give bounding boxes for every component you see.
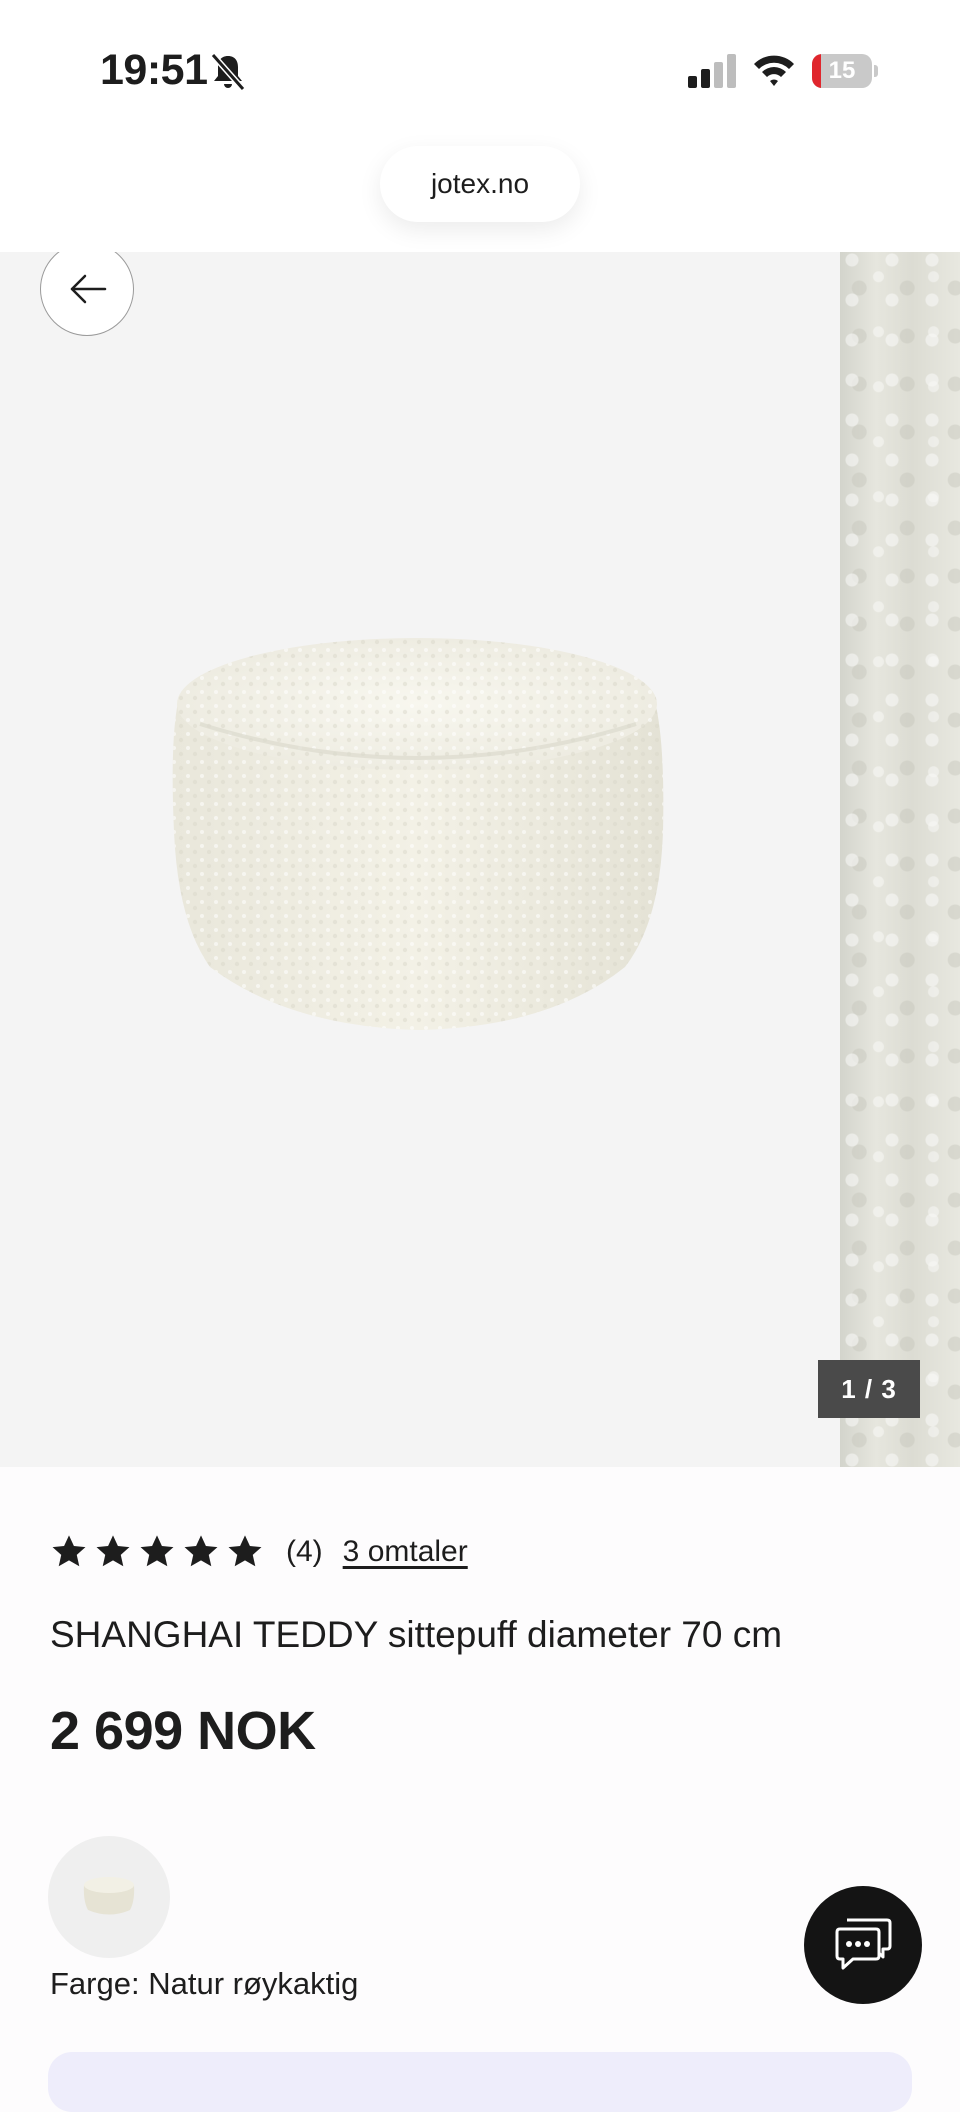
chat-button[interactable] xyxy=(804,1886,922,2004)
cellular-signal-icon xyxy=(688,54,736,88)
battery-icon: 15 xyxy=(812,54,878,88)
product-price: 2 699 NOK xyxy=(50,1701,316,1761)
star-icon xyxy=(52,1535,86,1567)
status-bar: 19:51 15 xyxy=(0,0,960,140)
back-button[interactable] xyxy=(40,252,134,336)
bell-slash-icon xyxy=(210,53,246,91)
rating-row: (4) 3 omtaler xyxy=(50,1530,468,1574)
rating-stars xyxy=(50,1533,264,1571)
color-swatch[interactable] xyxy=(48,1836,170,1958)
arrow-left-icon xyxy=(70,274,107,304)
star-icon xyxy=(96,1535,130,1567)
url-pill[interactable]: jotex.no xyxy=(380,146,580,222)
star-icon xyxy=(228,1535,262,1567)
product-image-gallery[interactable]: 1 / 3 xyxy=(0,252,960,1467)
wifi-icon xyxy=(754,55,794,86)
browser-url-bar: jotex.no xyxy=(0,140,960,252)
star-icon xyxy=(140,1535,174,1567)
chat-bubbles-icon xyxy=(835,1918,892,1970)
product-image xyxy=(172,638,664,1030)
bottom-panel xyxy=(48,2052,912,2112)
battery-level: 15 xyxy=(828,57,856,84)
status-time: 19:51 xyxy=(100,46,208,94)
next-image-preview[interactable] xyxy=(840,252,960,1467)
color-label: Farge: Natur røykaktig xyxy=(50,1966,359,2001)
product-title: SHANGHAI TEDDY sittepuff diameter 70 cm xyxy=(50,1614,783,1655)
star-icon xyxy=(184,1535,218,1567)
image-counter: 1 / 3 xyxy=(818,1360,920,1418)
rating-count: (4) xyxy=(286,1535,323,1568)
reviews-link[interactable]: 3 omtaler xyxy=(343,1535,468,1569)
color-swatch-image xyxy=(83,1877,135,1915)
